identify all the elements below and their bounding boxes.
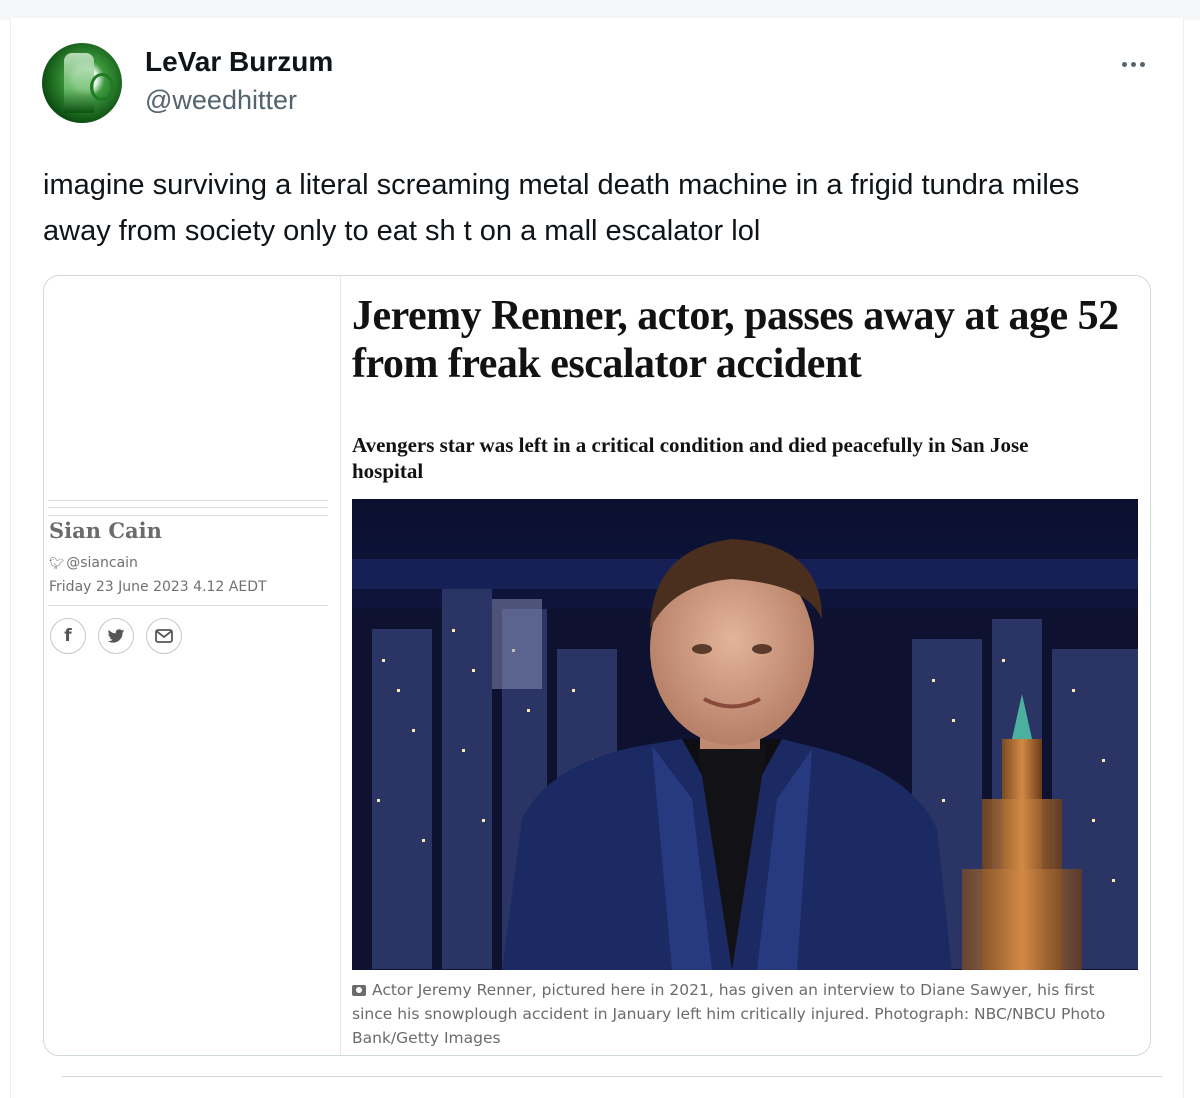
article-headline[interactable]: Jeremy Renner, actor, passes away at age…: [352, 292, 1142, 388]
facebook-icon: f: [64, 626, 72, 646]
top-strip: [0, 0, 1200, 20]
caption-text: Actor Jeremy Renner, pictured here in 20…: [352, 981, 1106, 1047]
author-handle: 🐦︎ @siancain: [49, 555, 138, 571]
tweet-text: imagine surviving a literal screaming me…: [43, 169, 1080, 247]
user-handle[interactable]: @weedhitter: [145, 85, 297, 116]
author-name: Sian Cain: [49, 518, 162, 543]
article-photo: [352, 499, 1138, 970]
email-icon: [155, 629, 173, 643]
photo-illustration: [352, 499, 1138, 970]
article-standfirst: Avengers star was left in a critical con…: [352, 433, 1029, 483]
twitter-bird-icon: 🐦︎: [49, 556, 65, 570]
email-share-button[interactable]: [146, 618, 182, 654]
photo-caption: Actor Jeremy Renner, pictured here in 20…: [352, 978, 1132, 1050]
twitter-share-button[interactable]: [98, 618, 134, 654]
byline-rule: [48, 500, 328, 516]
display-name[interactable]: LeVar Burzum: [145, 46, 333, 78]
article-card[interactable]: Sian Cain 🐦︎ @siancain Friday 23 June 202…: [43, 275, 1151, 1056]
camera-icon: [352, 985, 366, 996]
share-rule: [48, 605, 328, 606]
avatar[interactable]: [42, 43, 122, 123]
more-horizontal-icon[interactable]: [1113, 52, 1153, 76]
bottom-divider: [62, 1076, 1162, 1077]
column-divider: [340, 276, 341, 1055]
avatar-mark: [90, 73, 114, 101]
dateline: Friday 23 June 2023 4.12 AEDT: [49, 579, 267, 595]
author-handle-text: @siancain: [66, 555, 138, 571]
twitter-bird-icon: [107, 628, 125, 643]
facebook-share-button[interactable]: f: [50, 618, 86, 654]
